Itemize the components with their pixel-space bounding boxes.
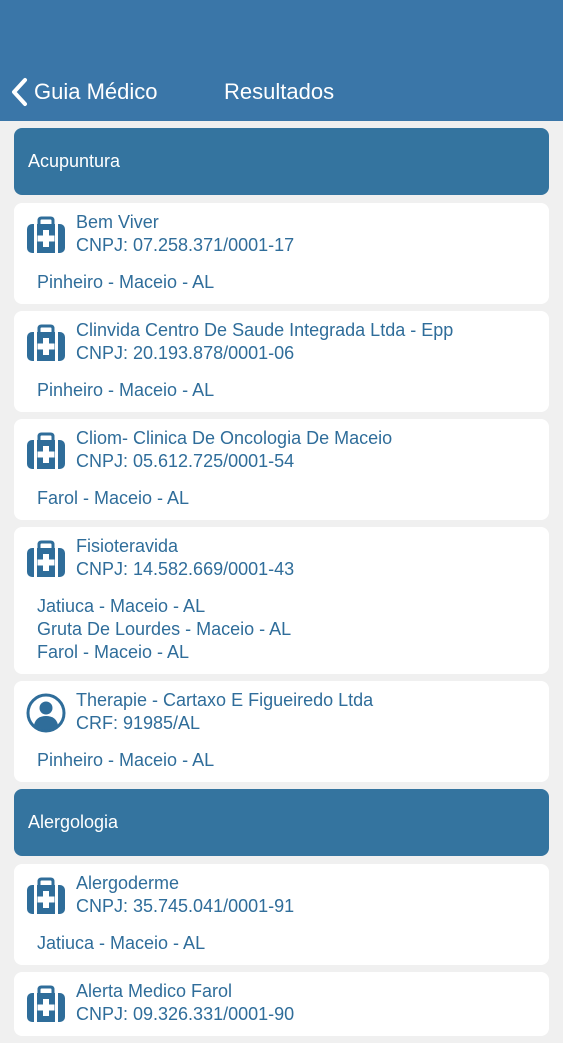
provider-document: CNPJ: 09.326.331/0001-90 (76, 1004, 295, 1024)
provider-locations: Pinheiro - Maceio - AL (37, 271, 537, 294)
section-header: Alergologia (14, 789, 549, 856)
provider-name: Bem Viver (76, 212, 159, 232)
provider-location: Farol - Maceio - AL (37, 488, 190, 508)
provider-header: Fisioteravida CNPJ: 14.582.669/0001-43 (76, 535, 537, 581)
medical-kit-icon (26, 215, 66, 255)
provider-header: Clinvida Centro De Saude Integrada Ltda … (76, 319, 537, 365)
navigation-bar: Guia Médico Resultados (0, 0, 563, 121)
provider-document: CRF: 91985/AL (76, 713, 201, 733)
provider-header: Therapie - Cartaxo E Figueiredo Ltda CRF:… (76, 689, 537, 735)
provider-document: CNPJ: 20.193.878/0001-06 (76, 343, 295, 363)
provider-card[interactable]: Fisioteravida CNPJ: 14.582.669/0001-43 Jat… (14, 527, 549, 674)
provider-location: Jatiuca - Maceio - AL (37, 933, 206, 953)
medical-kit-icon (26, 539, 66, 579)
provider-location: Gruta De Lourdes - Maceio - AL (37, 619, 292, 639)
provider-card[interactable]: Alergoderme CNPJ: 35.745.041/0001-91 Jatiu… (14, 864, 549, 965)
back-label: Guia Médico (34, 79, 158, 104)
provider-name: Therapie - Cartaxo E Figueiredo Ltda (76, 690, 374, 710)
provider-location: Pinheiro - Maceio - AL (37, 272, 215, 292)
provider-card[interactable]: Bem Viver CNPJ: 07.258.371/0001-17 Pinheir… (14, 203, 549, 304)
section-header: Acupuntura (14, 128, 549, 195)
provider-header: Alerta Medico Farol CNPJ: 09.326.331/0001… (76, 980, 537, 1026)
provider-name: Fisioteravida (76, 536, 179, 556)
provider-locations: Pinheiro - Maceio - AL (37, 749, 537, 772)
provider-document: CNPJ: 07.258.371/0001-17 (76, 235, 295, 255)
provider-header: Bem Viver CNPJ: 07.258.371/0001-17 (76, 211, 537, 257)
provider-document: CNPJ: 05.612.725/0001-54 (76, 451, 295, 471)
provider-location: Farol - Maceio - AL (37, 642, 190, 662)
provider-name: Cliom- Clinica De Oncologia De Maceio (76, 428, 393, 448)
medical-kit-icon (26, 323, 66, 363)
medical-kit-icon (26, 431, 66, 471)
provider-document: CNPJ: 35.745.041/0001-91 (76, 896, 295, 916)
page-title: Resultados (224, 79, 335, 104)
person-icon (26, 693, 66, 733)
provider-header: Cliom- Clinica De Oncologia De Maceio CNP… (76, 427, 537, 473)
medical-kit-icon (26, 876, 66, 916)
provider-document: CNPJ: 14.582.669/0001-43 (76, 559, 295, 579)
provider-location: Pinheiro - Maceio - AL (37, 380, 215, 400)
provider-locations: Pinheiro - Maceio - AL (37, 379, 537, 402)
provider-location: Jatiuca - Maceio - AL (37, 596, 206, 616)
provider-card[interactable]: Therapie - Cartaxo E Figueiredo Ltda CRF:… (14, 681, 549, 782)
results-list: Acupuntura Bem Viver CNPJ: 07.258.371/0001… (14, 128, 549, 1043)
provider-location: Pinheiro - Maceio - AL (37, 750, 215, 770)
provider-name: Clinvida Centro De Saude Integrada Ltda … (76, 320, 454, 340)
back-button[interactable]: Guia Médico (10, 76, 158, 108)
provider-name: Alergoderme (76, 873, 180, 893)
provider-card[interactable]: Alerta Medico Farol CNPJ: 09.326.331/0001… (14, 972, 549, 1036)
medical-kit-icon (26, 984, 66, 1024)
provider-header: Alergoderme CNPJ: 35.745.041/0001-91 (76, 872, 537, 918)
provider-card[interactable]: Cliom- Clinica De Oncologia De Maceio CNP… (14, 419, 549, 520)
provider-locations: Farol - Maceio - AL (37, 487, 537, 510)
provider-locations: Jatiuca - Maceio - AL Gruta De Lourdes - … (37, 595, 537, 664)
provider-locations: Jatiuca - Maceio - AL (37, 932, 537, 955)
provider-card[interactable]: Clinvida Centro De Saude Integrada Ltda … (14, 311, 549, 412)
chevron-left-icon (12, 78, 27, 106)
